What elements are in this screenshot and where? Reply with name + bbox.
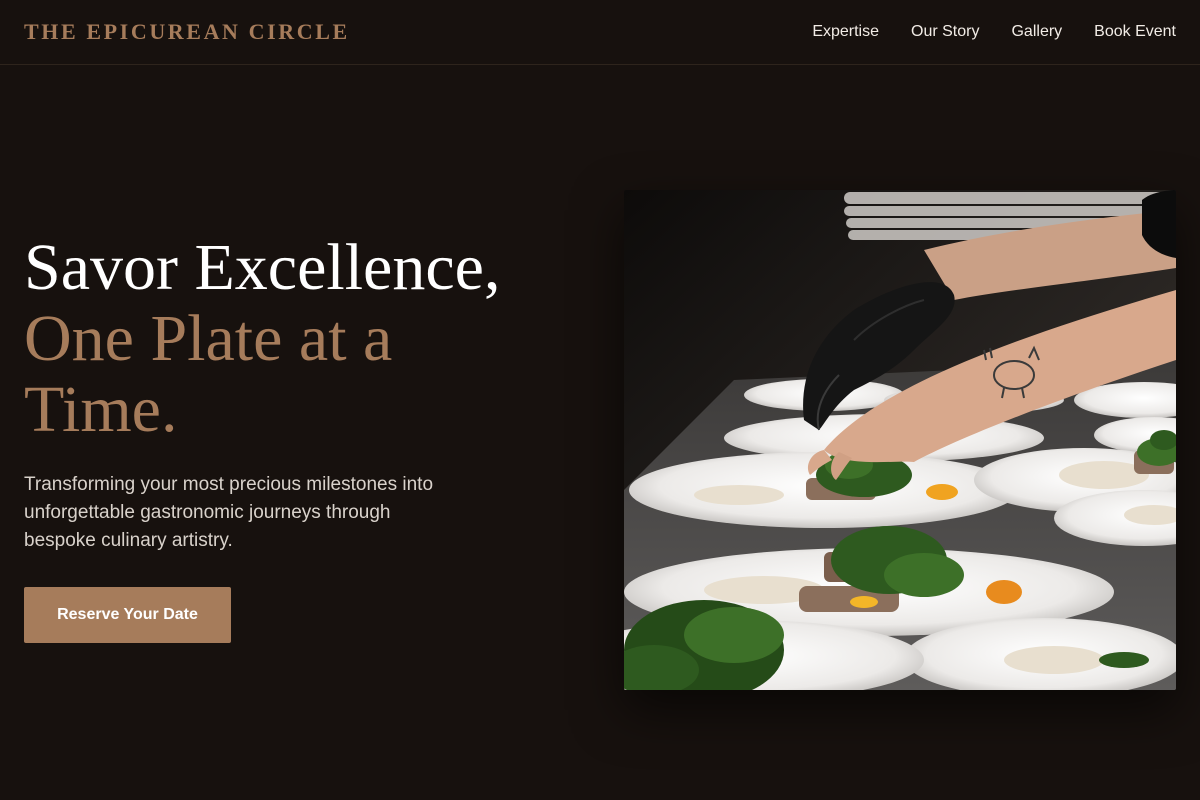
hero-section: Savor Excellence, One Plate at a Time. T… (24, 232, 584, 643)
nav-link-book-event[interactable]: Book Event (1094, 23, 1176, 41)
chef-plating-image (624, 190, 1176, 690)
hero-photo (624, 190, 1176, 690)
headline-line-2: One Plate at a Time. (24, 302, 393, 446)
hero-subtitle: Transforming your most precious mileston… (24, 474, 434, 551)
main-nav: Expertise Our Story Gallery Book Event (812, 23, 1176, 41)
nav-link-gallery[interactable]: Gallery (1011, 23, 1062, 41)
brand-logo[interactable]: THE EPICUREAN CIRCLE (24, 19, 350, 45)
headline-line-1: Savor Excellence, (24, 231, 501, 304)
nav-link-our-story[interactable]: Our Story (911, 23, 979, 41)
hero-headline: Savor Excellence, One Plate at a Time. (24, 232, 584, 445)
nav-link-expertise[interactable]: Expertise (812, 23, 879, 41)
reserve-date-button[interactable]: Reserve Your Date (24, 587, 231, 643)
site-header: THE EPICUREAN CIRCLE Expertise Our Story… (0, 0, 1200, 65)
